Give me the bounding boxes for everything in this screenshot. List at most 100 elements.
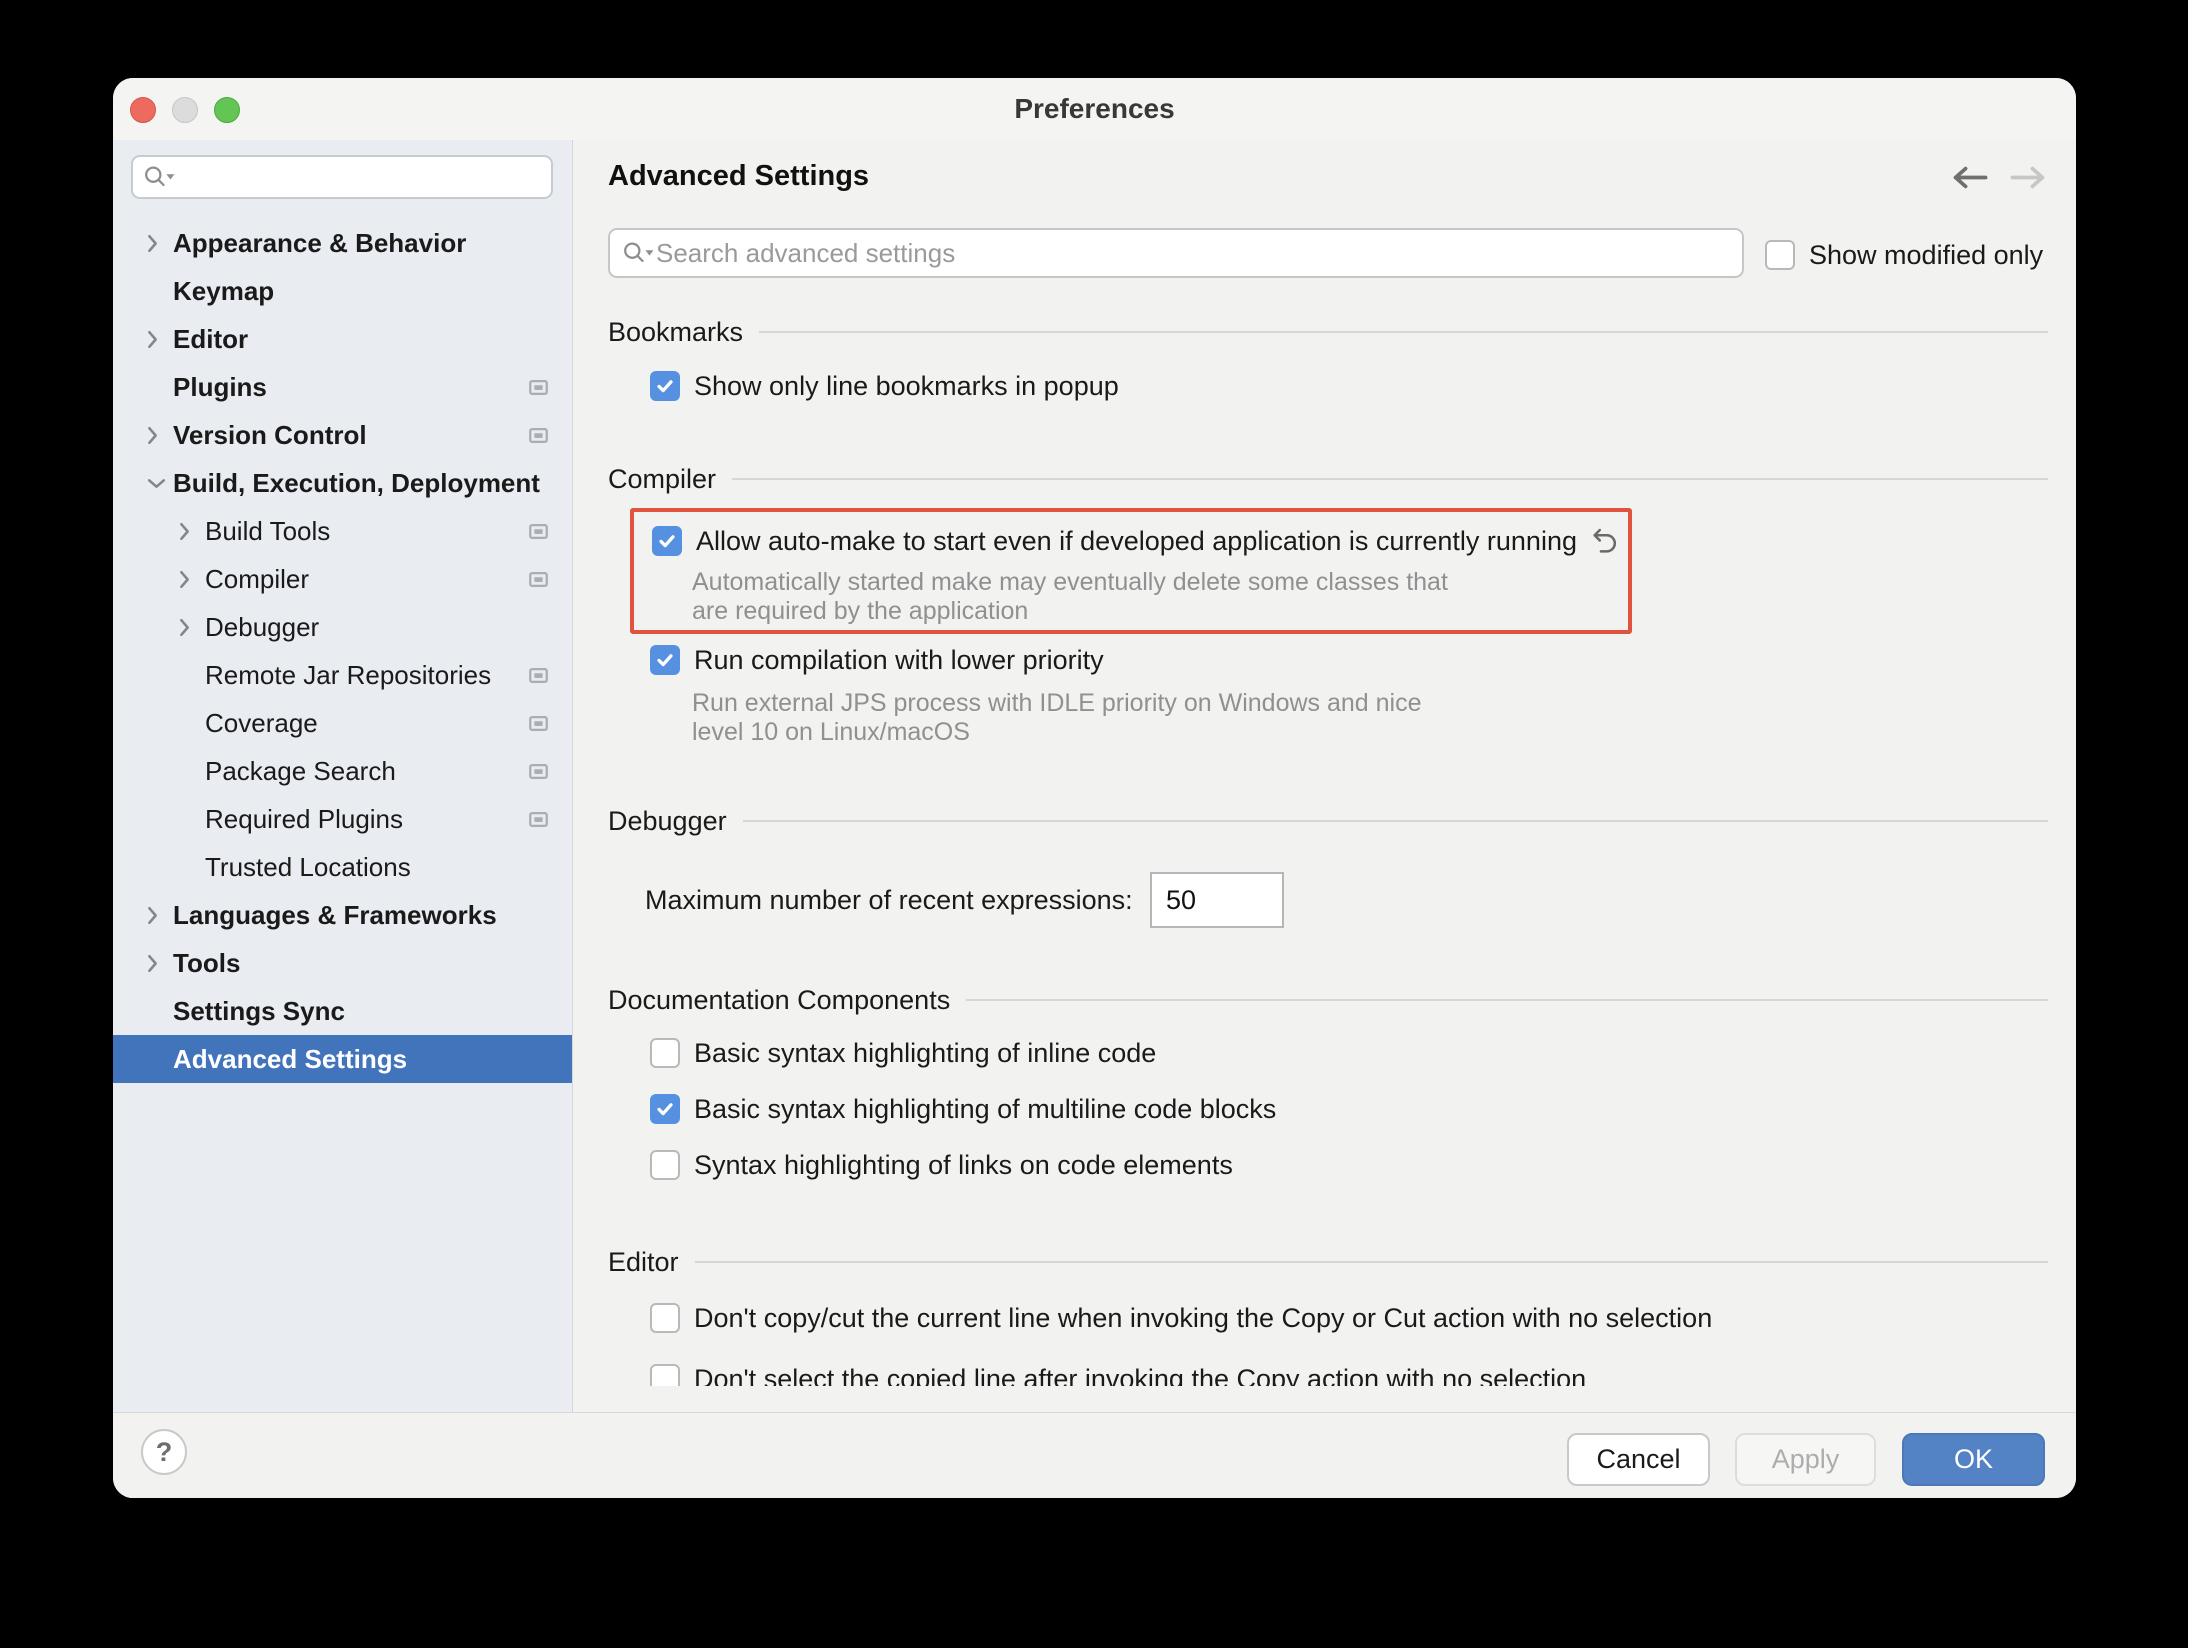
- chevron-right-icon[interactable]: [146, 905, 173, 926]
- footer-bar: ? Cancel Apply OK: [113, 1413, 2076, 1498]
- setting-description: level 10 on Linux/macOS: [692, 718, 970, 747]
- checkbox-unchecked[interactable]: [650, 1150, 680, 1180]
- ide-settings-icon: [529, 428, 548, 443]
- ide-settings-icon: [529, 380, 548, 395]
- section-bookmarks: Bookmarks: [608, 315, 2048, 349]
- section-compiler: Compiler: [608, 462, 2048, 496]
- sidebar-item-coverage[interactable]: Coverage: [113, 699, 572, 747]
- sidebar-item-tools[interactable]: Tools: [113, 939, 572, 987]
- chevron-down-icon[interactable]: [146, 477, 173, 490]
- ide-settings-icon: [529, 524, 548, 539]
- checkbox-checked[interactable]: [650, 645, 680, 675]
- setting-allow-auto-make[interactable]: Allow auto-make to start even if develop…: [652, 524, 1577, 558]
- max-expressions-label: Maximum number of recent expressions:: [645, 885, 1133, 916]
- sidebar-item-build-tools[interactable]: Build Tools: [113, 507, 572, 555]
- close-button[interactable]: [130, 97, 156, 123]
- setting-links-highlighting[interactable]: Syntax highlighting of links on code ele…: [650, 1148, 1233, 1182]
- preferences-window: Preferences Appearance & Behavior Keymap…: [113, 78, 2076, 1498]
- setting-multiline-code-highlighting[interactable]: Basic syntax highlighting of multiline c…: [650, 1092, 1276, 1126]
- section-divider: [695, 1261, 2048, 1263]
- checkbox-unchecked[interactable]: [650, 1038, 680, 1068]
- section-divider: [759, 331, 2048, 333]
- settings-tree: Appearance & Behavior Keymap Editor Plug…: [113, 219, 572, 1083]
- chevron-right-icon[interactable]: [178, 569, 205, 590]
- settings-sidebar: Appearance & Behavior Keymap Editor Plug…: [113, 140, 573, 1412]
- apply-button[interactable]: Apply: [1735, 1433, 1876, 1486]
- screen: Preferences Appearance & Behavior Keymap…: [0, 0, 2188, 1648]
- sidebar-item-version-control[interactable]: Version Control: [113, 411, 572, 459]
- max-expressions-input[interactable]: [1150, 872, 1284, 928]
- sidebar-item-debugger[interactable]: Debugger: [113, 603, 572, 651]
- title-bar[interactable]: Preferences: [113, 78, 2076, 140]
- section-title: Compiler: [608, 464, 716, 495]
- reset-icon[interactable]: [1590, 526, 1620, 561]
- help-question-mark: ?: [156, 1437, 173, 1468]
- section-editor: Editor: [608, 1245, 2048, 1279]
- sidebar-search-field[interactable]: [131, 155, 553, 199]
- chevron-right-icon[interactable]: [146, 329, 173, 350]
- cancel-button[interactable]: Cancel: [1567, 1433, 1710, 1486]
- highlighted-setting-box: Allow auto-make to start even if develop…: [630, 508, 1632, 634]
- sidebar-item-settings-sync[interactable]: Settings Sync: [113, 987, 572, 1035]
- ide-settings-icon: [529, 812, 548, 827]
- section-documentation-components: Documentation Components: [608, 983, 2048, 1017]
- sidebar-item-keymap[interactable]: Keymap: [113, 267, 572, 315]
- sidebar-item-package-search[interactable]: Package Search: [113, 747, 572, 795]
- advanced-search-input[interactable]: [654, 232, 1742, 274]
- section-title: Bookmarks: [608, 317, 743, 348]
- section-divider: [743, 820, 2048, 822]
- show-modified-only[interactable]: Show modified only: [1765, 238, 2043, 272]
- sidebar-search-input[interactable]: [175, 158, 551, 196]
- forward-arrow-icon[interactable]: [2008, 164, 2048, 191]
- sidebar-item-compiler[interactable]: Compiler: [113, 555, 572, 603]
- checkbox-checked[interactable]: [652, 526, 682, 556]
- sidebar-item-appearance-behavior[interactable]: Appearance & Behavior: [113, 219, 572, 267]
- section-title: Debugger: [608, 806, 727, 837]
- traffic-lights: [130, 97, 240, 123]
- advanced-settings-panel: Advanced Settings Show modified only Boo…: [574, 140, 2076, 1386]
- setting-description: Run external JPS process with IDLE prior…: [692, 689, 1422, 718]
- chevron-right-icon[interactable]: [178, 521, 205, 542]
- section-title: Editor: [608, 1247, 679, 1278]
- checkbox-checked[interactable]: [650, 371, 680, 401]
- history-nav: [1950, 164, 2048, 191]
- minimize-button[interactable]: [172, 97, 198, 123]
- section-title: Documentation Components: [608, 985, 950, 1016]
- window-title: Preferences: [113, 78, 2076, 140]
- setting-dont-copy-cut-line[interactable]: Don't copy/cut the current line when inv…: [650, 1301, 1712, 1335]
- setting-dont-select-copied-line[interactable]: Don't select the copied line after invok…: [650, 1362, 1586, 1386]
- help-button[interactable]: ?: [141, 1429, 187, 1475]
- ide-settings-icon: [529, 716, 548, 731]
- checkbox-checked[interactable]: [650, 1094, 680, 1124]
- setting-run-compilation-lower-priority[interactable]: Run compilation with lower priority: [650, 643, 1104, 677]
- sidebar-item-remote-jar-repositories[interactable]: Remote Jar Repositories: [113, 651, 572, 699]
- section-debugger: Debugger: [608, 804, 2048, 838]
- back-arrow-icon[interactable]: [1950, 164, 1990, 191]
- checkbox-unchecked[interactable]: [650, 1303, 680, 1333]
- show-modified-label: Show modified only: [1809, 240, 2043, 271]
- page-title: Advanced Settings: [608, 160, 869, 193]
- search-icon: [143, 164, 175, 190]
- ide-settings-icon: [529, 668, 548, 683]
- sidebar-item-required-plugins[interactable]: Required Plugins: [113, 795, 572, 843]
- setting-show-only-line-bookmarks[interactable]: Show only line bookmarks in popup: [650, 369, 1119, 403]
- search-icon: [622, 240, 654, 266]
- sidebar-item-editor[interactable]: Editor: [113, 315, 572, 363]
- chevron-right-icon[interactable]: [146, 953, 173, 974]
- section-divider: [966, 999, 2048, 1001]
- chevron-right-icon[interactable]: [178, 617, 205, 638]
- sidebar-item-trusted-locations[interactable]: Trusted Locations: [113, 843, 572, 891]
- setting-inline-code-highlighting[interactable]: Basic syntax highlighting of inline code: [650, 1036, 1156, 1070]
- sidebar-item-build-execution-deployment[interactable]: Build, Execution, Deployment: [113, 459, 572, 507]
- show-modified-checkbox[interactable]: [1765, 240, 1795, 270]
- ide-settings-icon: [529, 572, 548, 587]
- checkbox-unchecked[interactable]: [650, 1364, 680, 1386]
- sidebar-item-languages-frameworks[interactable]: Languages & Frameworks: [113, 891, 572, 939]
- zoom-button[interactable]: [214, 97, 240, 123]
- advanced-search-field[interactable]: [608, 228, 1744, 278]
- sidebar-item-plugins[interactable]: Plugins: [113, 363, 572, 411]
- ok-button[interactable]: OK: [1902, 1433, 2045, 1486]
- chevron-right-icon[interactable]: [146, 425, 173, 446]
- sidebar-item-advanced-settings[interactable]: Advanced Settings: [113, 1035, 572, 1083]
- chevron-right-icon[interactable]: [146, 233, 173, 254]
